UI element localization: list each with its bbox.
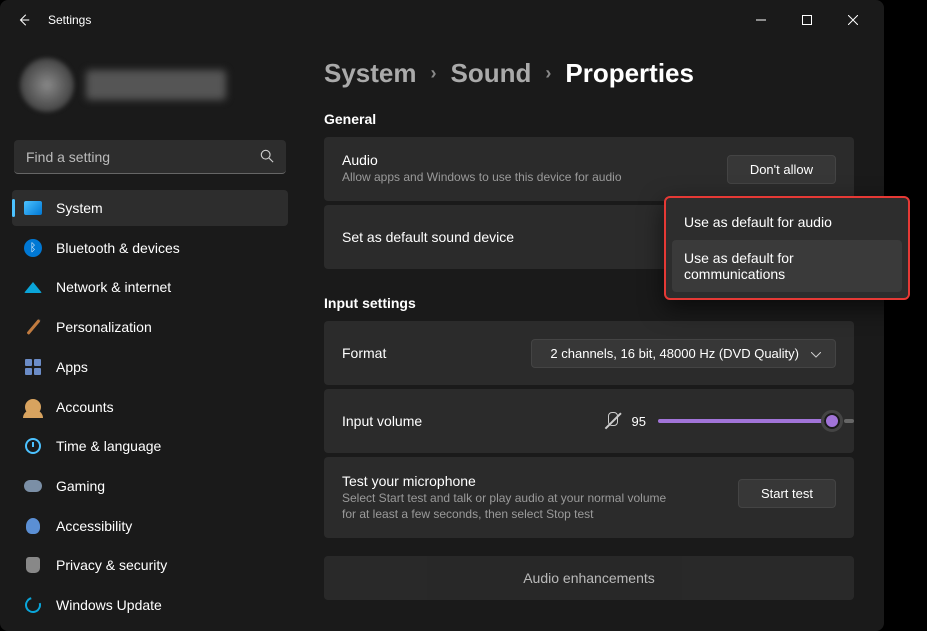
card-input-volume: Input volume 95 — [324, 389, 854, 453]
start-test-button[interactable]: Start test — [738, 479, 836, 508]
card-subtitle: Allow apps and Windows to use this devic… — [342, 170, 727, 186]
card-title: Test your microphone — [342, 473, 738, 489]
avatar — [20, 58, 74, 112]
sidebar-item-label: Network & internet — [56, 279, 171, 295]
chevron-right-icon: › — [545, 63, 551, 84]
clock-icon — [24, 437, 42, 455]
apps-icon — [24, 358, 42, 376]
volume-value: 95 — [632, 414, 646, 429]
back-button[interactable] — [8, 4, 40, 36]
sidebar-item-label: Windows Update — [56, 597, 162, 613]
arrow-left-icon — [17, 13, 31, 27]
slider-track-remaining — [844, 419, 854, 423]
sidebar-item-network[interactable]: Network & internet — [12, 269, 288, 305]
sidebar-item-label: Accounts — [56, 399, 114, 415]
system-icon — [24, 199, 42, 217]
card-title: Input volume — [342, 413, 604, 429]
sidebar-item-label: Privacy & security — [56, 557, 167, 573]
menu-default-communications[interactable]: Use as default for communications — [672, 240, 902, 292]
sidebar: System ᛒ Bluetooth & devices Network & i… — [0, 40, 300, 631]
content-pane: System › Sound › Properties General Audi… — [300, 40, 884, 631]
section-general: General — [324, 111, 854, 127]
accessibility-icon — [24, 517, 42, 535]
search-icon — [260, 149, 274, 166]
profile-block[interactable] — [12, 48, 288, 130]
sidebar-item-update[interactable]: Windows Update — [12, 587, 288, 623]
sidebar-item-system[interactable]: System — [12, 190, 288, 226]
dont-allow-button[interactable]: Don't allow — [727, 155, 836, 184]
card-format: Format 2 channels, 16 bit, 48000 Hz (DVD… — [324, 321, 854, 385]
format-dropdown[interactable]: 2 channels, 16 bit, 48000 Hz (DVD Qualit… — [531, 339, 836, 368]
card-subtitle: Select Start test and talk or play audio… — [342, 491, 682, 522]
gamepad-icon — [24, 477, 42, 495]
card-title: Format — [342, 345, 531, 361]
sidebar-item-time[interactable]: Time & language — [12, 428, 288, 464]
update-icon — [24, 596, 42, 614]
wifi-icon — [24, 278, 42, 296]
card-title: Audio enhancements — [342, 570, 836, 586]
shield-icon — [24, 556, 42, 574]
person-icon — [24, 398, 42, 416]
sidebar-item-accessibility[interactable]: Accessibility — [12, 508, 288, 544]
breadcrumb: System › Sound › Properties — [324, 58, 854, 89]
card-test-mic: Test your microphone Select Start test a… — [324, 457, 854, 538]
minimize-button[interactable] — [738, 4, 784, 36]
sidebar-item-privacy[interactable]: Privacy & security — [12, 548, 288, 584]
breadcrumb-current: Properties — [565, 58, 694, 89]
sidebar-item-label: Gaming — [56, 478, 105, 494]
volume-slider[interactable] — [658, 419, 836, 423]
brush-icon — [24, 318, 42, 336]
titlebar: Settings — [0, 0, 884, 40]
sidebar-item-label: Apps — [56, 359, 88, 375]
card-audio: Audio Allow apps and Windows to use this… — [324, 137, 854, 201]
sidebar-item-label: System — [56, 200, 103, 216]
maximize-button[interactable] — [784, 4, 830, 36]
sidebar-item-bluetooth[interactable]: ᛒ Bluetooth & devices — [12, 230, 288, 266]
sidebar-item-accounts[interactable]: Accounts — [12, 389, 288, 425]
sidebar-item-label: Bluetooth & devices — [56, 240, 180, 256]
breadcrumb-sound[interactable]: Sound — [451, 58, 532, 89]
slider-thumb[interactable] — [824, 413, 840, 429]
card-title: Audio — [342, 152, 727, 168]
sidebar-item-apps[interactable]: Apps — [12, 349, 288, 385]
close-button[interactable] — [830, 4, 876, 36]
sidebar-item-personalization[interactable]: Personalization — [12, 309, 288, 345]
default-device-menu: Use as default for audio Use as default … — [664, 196, 910, 300]
sidebar-item-gaming[interactable]: Gaming — [12, 468, 288, 504]
chevron-right-icon: › — [431, 63, 437, 84]
chevron-down-icon — [811, 346, 821, 361]
mic-muted-icon[interactable] — [604, 412, 620, 430]
sidebar-item-label: Time & language — [56, 438, 161, 454]
card-audio-enhancements[interactable]: Audio enhancements — [324, 556, 854, 600]
format-value: 2 channels, 16 bit, 48000 Hz (DVD Qualit… — [550, 346, 799, 361]
search-input[interactable] — [14, 140, 286, 174]
sidebar-item-label: Accessibility — [56, 518, 132, 534]
breadcrumb-system[interactable]: System — [324, 58, 417, 89]
menu-default-audio[interactable]: Use as default for audio — [672, 204, 902, 240]
sidebar-item-label: Personalization — [56, 319, 152, 335]
window-title: Settings — [48, 13, 91, 27]
bluetooth-icon: ᛒ — [24, 239, 42, 257]
profile-name — [86, 70, 226, 100]
